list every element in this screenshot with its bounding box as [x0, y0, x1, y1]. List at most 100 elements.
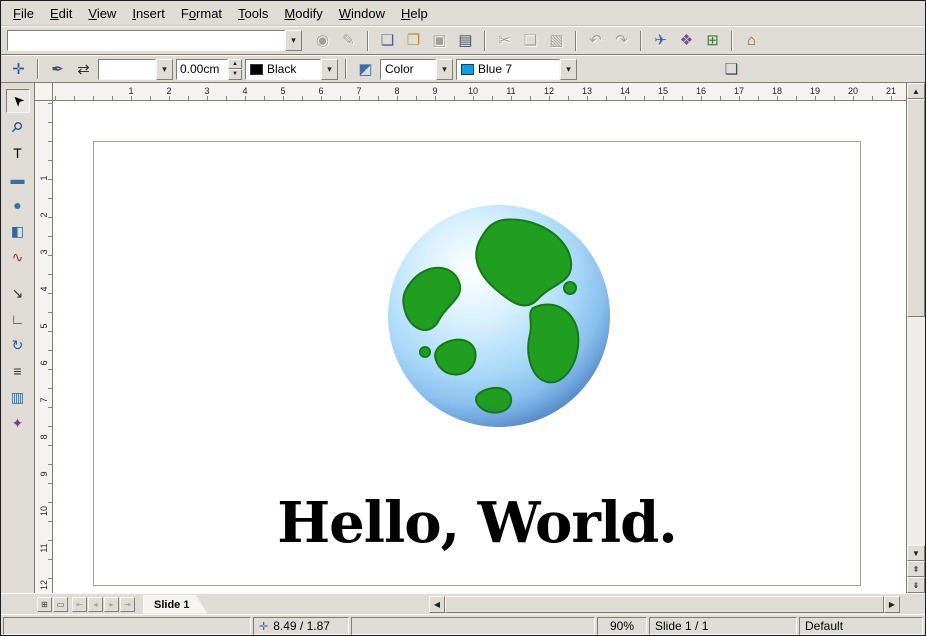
scroll-down-button[interactable]: ▼ [907, 545, 925, 561]
ruler-number: 9 [432, 86, 437, 96]
slide-title-text[interactable]: Hello, World. [94, 490, 860, 556]
fill-style-dropdown-button[interactable]: ▾ [436, 59, 453, 80]
ruler-number: 4 [242, 86, 247, 96]
menu-window[interactable]: Window [331, 3, 393, 24]
arrow-right-icon: ▶ [889, 600, 895, 609]
line-width-stepper[interactable]: ▲ ▼ [176, 59, 242, 80]
text-tool-icon: T [13, 146, 22, 160]
home-icon: ⌂ [747, 33, 756, 48]
line-dialog-icon: ✒ [51, 62, 64, 77]
spin-up-button[interactable]: ▲ [228, 59, 242, 70]
line-color-swatch [250, 64, 263, 75]
copy-icon: ❏ [524, 33, 537, 48]
select-tool[interactable]: ➤ [6, 89, 30, 113]
ruler-number: 6 [318, 86, 323, 96]
ellipse-tool[interactable]: ● [6, 193, 30, 217]
vertical-scroll-track[interactable] [907, 317, 925, 545]
edit-points-icon: ✛ [12, 62, 25, 77]
status-bar: ✛ 8.49 / 1.87 90% Slide 1 / 1 Default [1, 614, 925, 636]
status-empty-segment [3, 617, 251, 635]
effects-tool[interactable]: ✦ [6, 411, 30, 435]
tab-mode-button-2[interactable]: ▭ [53, 597, 68, 612]
line-style-select[interactable]: ▾ [98, 59, 173, 80]
ruler-number: 15 [658, 86, 668, 96]
vertical-ruler[interactable]: 123456789101112 [35, 101, 53, 593]
tab-slide-1[interactable]: Slide 1 [143, 595, 207, 614]
menu-help[interactable]: Help [393, 3, 436, 24]
connector-tool-icon: ∟ [11, 312, 25, 326]
edit-points-button[interactable]: ✛ [7, 58, 30, 81]
fill-style-select[interactable]: Color ▾ [380, 59, 453, 80]
arrange-tool[interactable]: ▥ [6, 385, 30, 409]
separator [575, 31, 577, 51]
line-dialog-button[interactable]: ✒ [46, 58, 69, 81]
lines-arrows-tool[interactable]: ↘ [6, 281, 30, 305]
menu-format[interactable]: Format [173, 3, 230, 24]
url-combo-input[interactable] [7, 30, 285, 51]
menu-modify[interactable]: Modify [276, 3, 330, 24]
open-button[interactable]: ❐ [402, 29, 425, 52]
url-combo[interactable]: ▾ [7, 30, 302, 51]
connector-tool[interactable]: ∟ [6, 307, 30, 331]
fill-icon: ◩ [358, 62, 372, 77]
curve-tool[interactable]: ∿ [6, 245, 30, 269]
status-zoom-segment[interactable]: 90% [597, 617, 647, 635]
fill-style-value: Color [385, 62, 414, 76]
slide-page[interactable]: Hello, World. [93, 141, 861, 586]
rotate-tool[interactable]: ↻ [6, 333, 30, 357]
drawing-canvas[interactable]: Hello, World. [53, 101, 906, 593]
status-style-segment[interactable]: Default [799, 617, 923, 635]
alignment-tool[interactable]: ≡ [6, 359, 30, 383]
menu-edit[interactable]: Edit [42, 3, 80, 24]
tab-mode-button-1[interactable]: ⊞ [37, 597, 52, 612]
objects-3d-tool[interactable]: ◧ [6, 219, 30, 243]
cut-button: ✂ [493, 29, 516, 52]
horizontal-scroll-thumb[interactable] [445, 596, 884, 613]
chevron-down-icon: ▾ [566, 64, 571, 75]
next-page-button[interactable]: ⇟ [907, 577, 925, 593]
scroll-up-button[interactable]: ▲ [907, 83, 925, 99]
new-document-button[interactable]: ❑ [376, 29, 399, 52]
shadow-icon: ❑ [725, 62, 738, 77]
area-fill-button[interactable]: ◩ [354, 58, 377, 81]
zoom-tool[interactable]: ⚲ [6, 115, 30, 139]
print-button[interactable]: ▤ [454, 29, 477, 52]
line-color-dropdown-button[interactable]: ▾ [321, 59, 338, 80]
horizontal-scrollbar[interactable]: ◀ ▶ [429, 596, 900, 613]
globe-image[interactable] [385, 202, 613, 430]
tab-mode-button-1-icon: ⊞ [41, 600, 48, 609]
menu-insert[interactable]: Insert [124, 3, 173, 24]
previous-page-button[interactable]: ⇞ [907, 561, 925, 577]
shadow-button[interactable]: ❑ [720, 58, 743, 81]
arrange-tool-icon: ▥ [11, 390, 24, 404]
scroll-left-button[interactable]: ◀ [429, 596, 445, 613]
ruler-number: 14 [620, 86, 630, 96]
line-color-select[interactable]: Black ▾ [245, 59, 338, 80]
vertical-scroll-thumb[interactable] [907, 99, 925, 317]
menu-file[interactable]: File [5, 3, 42, 24]
scroll-right-button[interactable]: ▶ [884, 596, 900, 613]
fill-color-select[interactable]: Blue 7 ▾ [456, 59, 577, 80]
insert-object-button[interactable]: ⊞ [701, 29, 724, 52]
line-width-input[interactable] [176, 59, 228, 80]
text-tool[interactable]: T [6, 141, 30, 165]
menu-tools[interactable]: Tools [230, 3, 276, 24]
gallery-button[interactable]: ❖ [675, 29, 698, 52]
line-style-dropdown-button[interactable]: ▾ [156, 59, 173, 80]
ruler-number: 19 [810, 86, 820, 96]
menu-view[interactable]: View [80, 3, 124, 24]
horizontal-ruler[interactable]: 123456789101112131415161718192021 [53, 83, 906, 101]
last-slide-button-icon: ⇥ [124, 600, 131, 609]
home-button[interactable]: ⌂ [740, 29, 763, 52]
fill-color-dropdown-button[interactable]: ▾ [560, 59, 577, 80]
arrow-style-button[interactable]: ⇄ [72, 58, 95, 81]
copy-button: ❏ [519, 29, 542, 52]
object-toolbar: ✛ ✒ ⇄ ▾ ▲ ▼ Black ▾ [1, 55, 925, 83]
navigator-button[interactable]: ✈ [649, 29, 672, 52]
vertical-scrollbar[interactable]: ▲ ▼ ⇞ ⇟ [906, 83, 925, 593]
spin-down-button[interactable]: ▼ [228, 69, 242, 80]
rectangle-tool[interactable]: ▬ [6, 167, 30, 191]
separator [640, 31, 642, 51]
ruler-number: 12 [39, 580, 49, 590]
url-combo-dropdown-button[interactable]: ▾ [285, 30, 302, 51]
